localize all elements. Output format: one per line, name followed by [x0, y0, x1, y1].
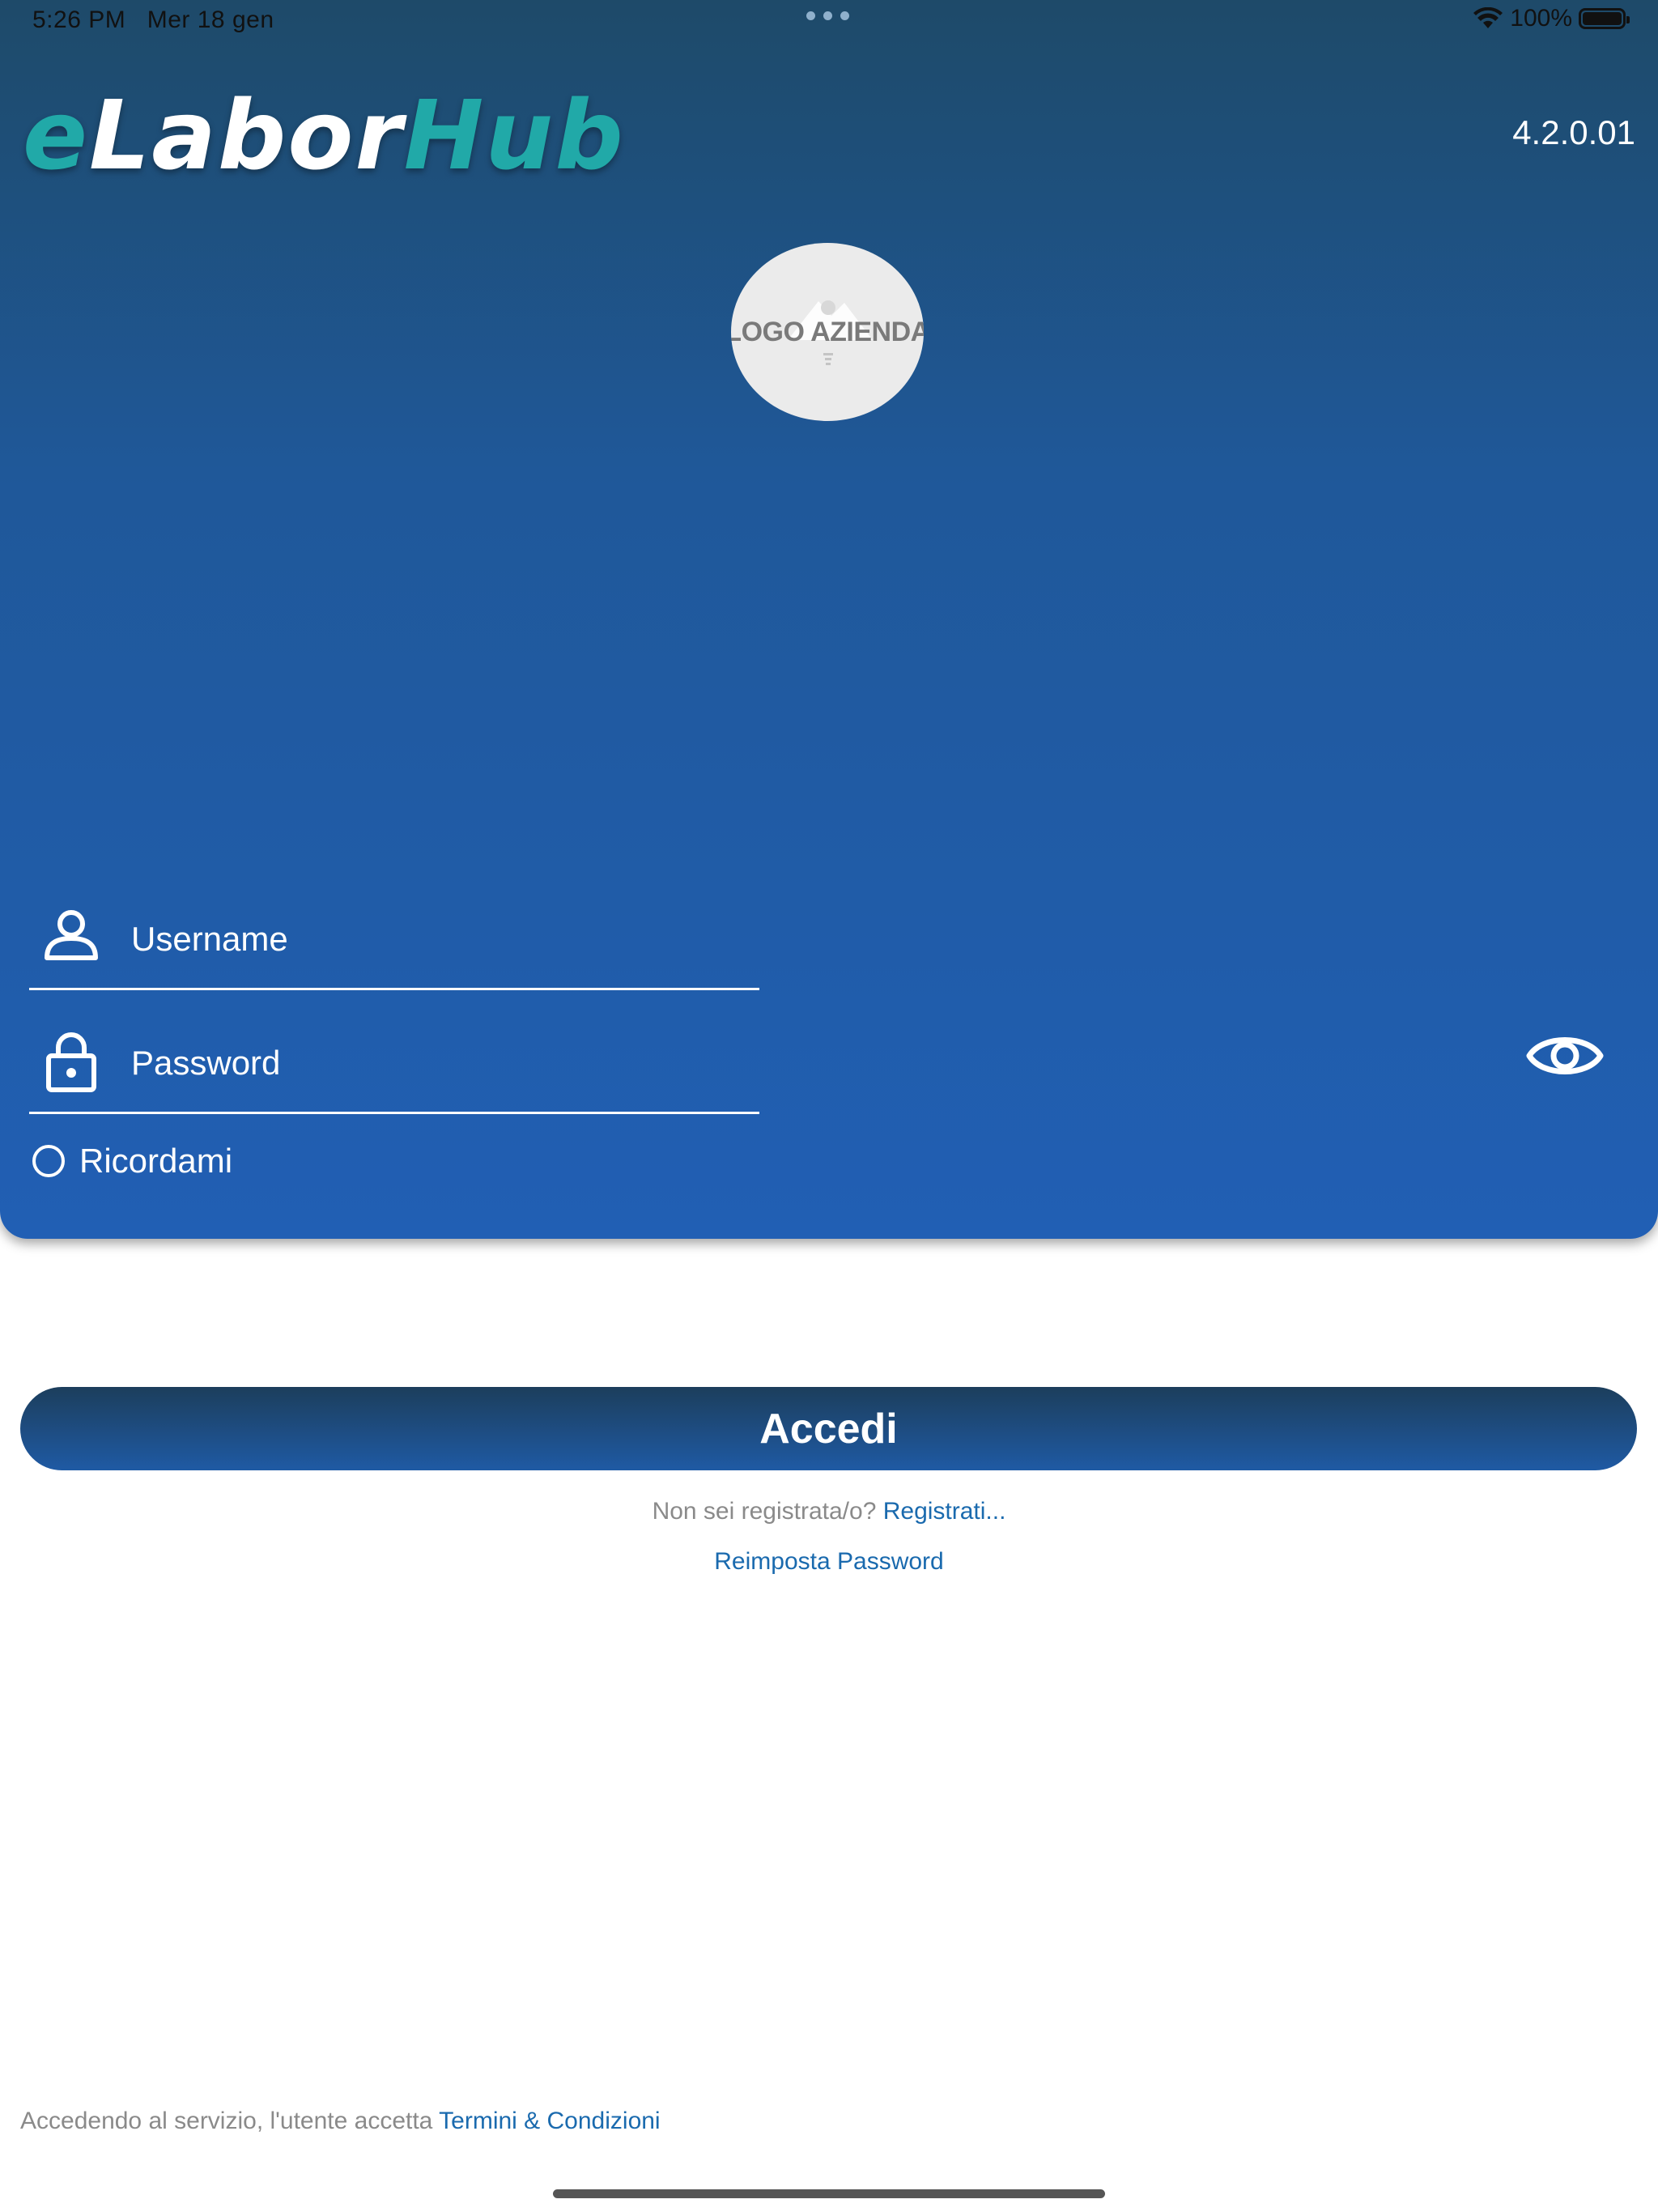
user-icon	[45, 910, 98, 960]
login-header-panel: 5:26 PM Mer 18 gen 100% eLaborHub 4.2.0.…	[0, 0, 1658, 1239]
multitasking-dots[interactable]	[806, 11, 849, 20]
terms-prompt: Accedendo al servizio, l'utente accetta	[20, 2108, 433, 2134]
login-button[interactable]: Accedi	[20, 1387, 1637, 1470]
lock-icon	[46, 1032, 96, 1092]
remember-me-label: Ricordami	[79, 1142, 233, 1180]
register-link[interactable]: Registrati...	[883, 1498, 1006, 1525]
app-logo: eLaborHub	[23, 79, 625, 191]
status-date: Mer 18 gen	[147, 6, 274, 33]
password-field	[29, 1019, 759, 1114]
battery-percentage: 100%	[1510, 5, 1572, 32]
company-logo: LOGO AZIENDA	[731, 243, 924, 421]
password-input[interactable]	[131, 1036, 746, 1090]
status-time: 5:26 PM Mer 18 gen	[32, 6, 274, 33]
reset-row: Reimposta Password	[0, 1548, 1658, 1576]
register-prompt: Non sei registrata/o?	[652, 1498, 877, 1525]
username-field	[29, 895, 759, 990]
wifi-icon	[1473, 7, 1503, 28]
eye-icon[interactable]	[1526, 1027, 1604, 1085]
home-indicator[interactable]	[553, 2189, 1105, 2198]
terms-link[interactable]: Termini & Condizioni	[439, 2108, 660, 2134]
radio-circle-icon[interactable]	[32, 1145, 65, 1177]
status-indicators: 100%	[1473, 5, 1630, 32]
register-row: Non sei registrata/o? Registrati...	[0, 1498, 1658, 1525]
app-version: 4.2.0.01	[1512, 113, 1635, 151]
username-input[interactable]	[131, 912, 746, 966]
battery-icon	[1579, 8, 1630, 29]
terms-row: Accedendo al servizio, l'utente accetta …	[20, 2108, 661, 2135]
reset-password-link[interactable]: Reimposta Password	[714, 1548, 943, 1575]
remember-me-toggle[interactable]: Ricordami	[32, 1142, 232, 1180]
company-logo-text: LOGO AZIENDA	[731, 316, 924, 347]
